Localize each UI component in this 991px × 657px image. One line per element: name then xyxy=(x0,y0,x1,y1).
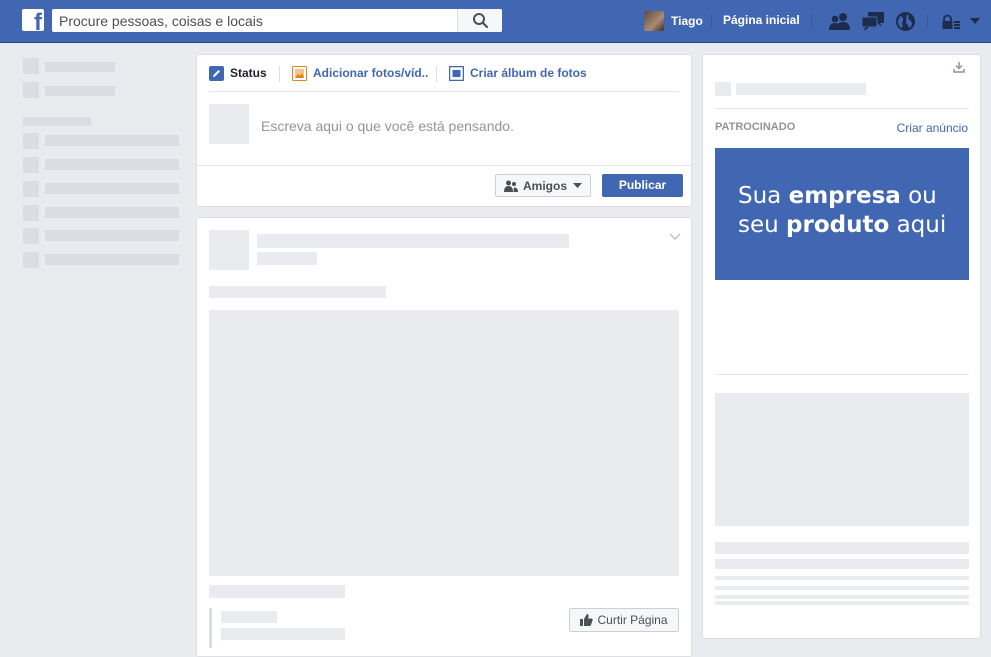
facebook-logo-icon[interactable]: f xyxy=(22,9,44,31)
left-nav-icon-placeholder xyxy=(23,58,39,74)
left-nav-icon-placeholder xyxy=(23,133,39,149)
left-nav-section-placeholder xyxy=(23,117,91,126)
left-nav-icon-placeholder xyxy=(23,252,39,268)
notifications-globe-icon[interactable] xyxy=(895,11,916,32)
profile-name: Tiago xyxy=(671,14,703,28)
nav-divider xyxy=(711,14,712,28)
search-icon xyxy=(473,13,489,29)
left-nav-label-placeholder xyxy=(45,183,179,194)
post-avatar-placeholder xyxy=(209,230,249,270)
page-name-placeholder xyxy=(221,611,277,623)
nav-divider xyxy=(927,14,928,28)
privacy-lock-icon[interactable] xyxy=(942,14,960,30)
like-page-label: Curtir Página xyxy=(597,613,668,627)
left-nav-icon-placeholder xyxy=(23,228,39,244)
search-box xyxy=(52,9,502,32)
search-input[interactable] xyxy=(52,9,456,32)
create-ad-link[interactable]: Criar anúncio xyxy=(897,121,968,135)
photo-icon xyxy=(292,65,307,81)
thumbs-up-icon xyxy=(580,614,594,626)
post-text-placeholder xyxy=(209,286,386,298)
tab-status[interactable]: Status xyxy=(209,65,267,81)
post-caption-placeholder xyxy=(209,585,345,598)
tab-status-label: Status xyxy=(230,66,267,80)
divider xyxy=(197,165,691,166)
left-nav-icon-placeholder xyxy=(23,181,39,197)
avatar-placeholder xyxy=(209,104,249,144)
tab-add-photos-label: Adicionar fotos/víd.. xyxy=(313,66,429,80)
divider xyxy=(209,91,679,92)
publish-button[interactable]: Publicar xyxy=(602,174,683,197)
messages-icon[interactable] xyxy=(861,11,885,31)
left-nav-label-placeholder xyxy=(45,62,115,72)
post-timestamp-placeholder xyxy=(257,252,317,265)
tab-create-album-label: Criar álbum de fotos xyxy=(470,66,587,80)
composer-input[interactable]: Escreva aqui o que você está pensando. xyxy=(261,118,514,134)
quote-bar xyxy=(209,608,212,648)
widget-icon-placeholder xyxy=(715,82,731,96)
account-menu-caret-icon[interactable] xyxy=(969,17,981,25)
friend-requests-icon[interactable] xyxy=(828,11,852,31)
tab-create-album[interactable]: Criar álbum de fotos xyxy=(448,65,587,81)
left-nav-icon-placeholder xyxy=(23,205,39,221)
left-nav-label-placeholder xyxy=(45,86,115,96)
left-nav-icon-placeholder xyxy=(23,82,39,98)
tab-divider xyxy=(279,66,280,82)
album-icon xyxy=(448,65,465,81)
left-nav-label-placeholder xyxy=(45,254,179,265)
ad-text-line-2: seu produto aqui xyxy=(738,212,947,238)
widget-title-placeholder xyxy=(736,83,866,95)
ad-text-line-1: Sua empresa ou xyxy=(738,183,937,209)
divider xyxy=(715,108,969,109)
widget-image-placeholder xyxy=(715,393,969,526)
nav-divider xyxy=(811,14,812,28)
left-nav-label-placeholder xyxy=(45,159,179,170)
avatar xyxy=(644,11,664,31)
ad-banner[interactable]: Sua empresa ou seu produto aqui xyxy=(715,148,969,280)
widget-line-placeholder xyxy=(715,586,969,590)
left-nav-label-placeholder xyxy=(45,230,179,241)
home-link[interactable]: Página inicial xyxy=(723,13,800,27)
post-author-placeholder xyxy=(257,234,569,248)
left-nav-icon-placeholder xyxy=(23,157,39,173)
audience-label: Amigos xyxy=(522,178,567,193)
widget-text-placeholder xyxy=(715,559,969,569)
right-sidebar: PATROCINADO Criar anúncio Sua empresa ou… xyxy=(702,54,981,639)
download-icon[interactable] xyxy=(953,61,965,73)
post-options-chevron-icon[interactable] xyxy=(669,233,681,241)
tab-divider xyxy=(436,66,437,82)
divider xyxy=(715,374,969,375)
left-nav-label-placeholder xyxy=(45,207,179,218)
widget-line-placeholder xyxy=(715,576,969,580)
friends-icon xyxy=(503,180,518,192)
post-image-placeholder xyxy=(209,310,679,576)
profile-link[interactable]: Tiago xyxy=(644,11,703,31)
page-category-placeholder xyxy=(221,628,345,640)
audience-selector-button[interactable]: Amigos xyxy=(495,174,591,197)
like-page-button[interactable]: Curtir Página xyxy=(569,608,679,632)
feed-post: Curtir Página xyxy=(196,217,692,657)
left-nav-label-placeholder xyxy=(45,135,179,146)
widget-text-placeholder xyxy=(715,542,969,554)
top-navigation-bar: f Tiago Página inicial xyxy=(0,0,991,43)
status-composer: Status Adicionar fotos/víd.. Criar álbum… xyxy=(196,54,692,207)
search-button[interactable] xyxy=(457,9,502,32)
pencil-icon xyxy=(209,65,224,81)
sponsored-label: PATROCINADO xyxy=(715,121,796,133)
tab-add-photos[interactable]: Adicionar fotos/víd.. xyxy=(292,65,428,81)
chevron-down-icon xyxy=(573,182,582,188)
widget-line-placeholder xyxy=(715,601,969,605)
widget-line-placeholder xyxy=(715,595,969,599)
